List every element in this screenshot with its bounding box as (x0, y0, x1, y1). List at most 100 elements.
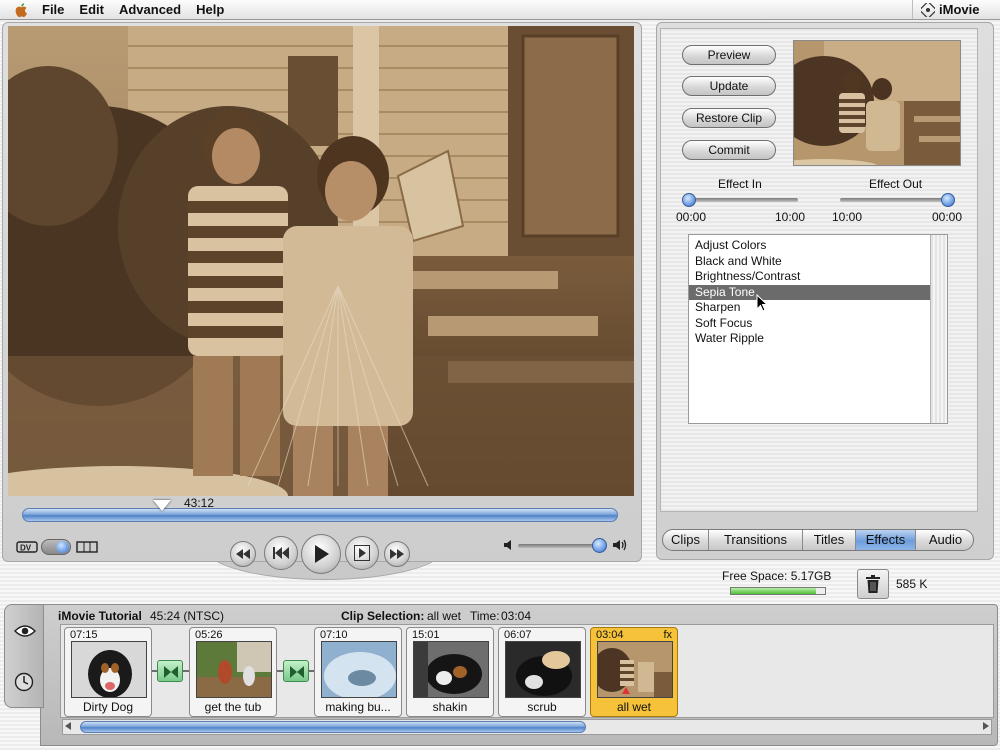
restore-clip-button[interactable]: Restore Clip (682, 108, 776, 128)
clip-making-bubbles[interactable]: 07:10 making bu... (314, 627, 402, 717)
clip-duration: 07:10 (320, 629, 348, 641)
trash-button[interactable] (857, 569, 889, 599)
clip-all-wet[interactable]: 03:04 fx all wet (590, 627, 678, 717)
apple-menu-icon[interactable] (14, 2, 30, 18)
menu-help[interactable]: Help (196, 2, 224, 17)
tab-effects[interactable]: Effects (856, 530, 916, 550)
video-monitor[interactable] (8, 26, 634, 496)
clip-duration: 05:26 (195, 629, 223, 641)
clip-selection-time: 03:04 (501, 609, 532, 623)
playhead-time: 43:12 (184, 496, 215, 510)
clip-duration: 07:15 (70, 629, 98, 641)
clip-name: all wet (616, 700, 651, 714)
menu-file[interactable]: File (42, 2, 64, 17)
fast-forward-button[interactable] (384, 541, 410, 567)
scrubber-bar[interactable] (22, 508, 618, 522)
effect-out-min-time: 10:00 (832, 210, 863, 224)
play-button[interactable] (301, 534, 341, 574)
tab-audio[interactable]: Audio (916, 530, 973, 550)
volume-slider-knob[interactable] (592, 538, 607, 553)
effect-in-max-time: 10:00 (775, 210, 806, 224)
clip-shakin[interactable]: 15:01 shakin (406, 627, 494, 717)
transition-icon (164, 666, 178, 678)
tab-transitions[interactable]: Transitions (709, 530, 803, 550)
menu-bar: File Edit Advanced Help iMovie (0, 0, 1000, 20)
menu-edit[interactable]: Edit (79, 2, 104, 17)
update-button[interactable]: Update (682, 76, 776, 96)
effect-out-slider[interactable] (840, 198, 952, 202)
timeline-clock-icon[interactable] (14, 672, 34, 692)
effect-in-min-time: 00:00 (676, 210, 707, 224)
viewer-toggle-tabs (4, 604, 44, 708)
mouse-pointer-icon (756, 294, 768, 312)
go-to-beginning-button[interactable] (264, 536, 298, 570)
camera-mode-icon: DV (16, 541, 38, 553)
app-name: iMovie (939, 2, 980, 17)
scroll-left-arrow-icon[interactable] (65, 722, 71, 730)
commit-button[interactable]: Commit (682, 140, 776, 160)
clip-thumbnail (505, 641, 581, 698)
clip-dirty-dog[interactable]: 07:15 Dirty Dog (64, 627, 152, 717)
play-icon (315, 545, 329, 563)
preview-button[interactable]: Preview (682, 45, 776, 65)
effect-out-max-time: 00:00 (932, 210, 963, 224)
effect-item-sharpen[interactable]: Sharpen (689, 300, 930, 316)
free-space-label: Free Space: 5.17GB (722, 569, 832, 583)
effect-item-adjust-colors[interactable]: Adjust Colors (689, 238, 930, 254)
transition-icon (290, 666, 304, 678)
clip-duration: 15:01 (412, 629, 440, 641)
play-fullscreen-button[interactable] (345, 536, 379, 570)
clip-effect-badge: fx (663, 629, 672, 641)
menu-advanced[interactable]: Advanced (119, 2, 181, 17)
effect-item-soft-focus[interactable]: Soft Focus (689, 316, 930, 332)
clip-duration: 03:04 (596, 629, 624, 641)
skip-back-icon (273, 547, 289, 559)
trash-size: 585 K (896, 577, 928, 591)
effect-item-black-and-white[interactable]: Black and White (689, 254, 930, 270)
trash-icon (866, 575, 880, 593)
free-space-meter (730, 587, 826, 595)
volume-low-icon (504, 540, 511, 550)
transition-marker[interactable] (157, 660, 183, 682)
clip-scrub[interactable]: 06:07 scrub (498, 627, 586, 717)
effect-in-knob[interactable] (682, 193, 696, 207)
scroll-right-arrow-icon[interactable] (983, 722, 989, 730)
clip-get-the-tub[interactable]: 05:26 get the tub (189, 627, 277, 717)
application-menu[interactable]: iMovie (912, 0, 1000, 19)
effect-item-water-ripple[interactable]: Water Ripple (689, 331, 930, 347)
shelf-tabs: Clips Transitions Titles Effects Audio (662, 529, 974, 551)
free-space-fill (731, 588, 816, 594)
imovie-app-icon (921, 2, 935, 17)
effect-in-slider[interactable] (686, 198, 798, 202)
clip-thumbnail (71, 641, 147, 698)
clip-thumbnail (597, 641, 673, 698)
effect-item-sepia-tone[interactable]: Sepia Tone (689, 284, 930, 300)
rewind-button[interactable] (230, 541, 256, 567)
transition-marker[interactable] (283, 660, 309, 682)
tab-titles[interactable]: Titles (803, 530, 856, 550)
clip-thumbnail (413, 641, 489, 698)
sepia-video-frame (8, 26, 634, 496)
effect-preview-image (793, 40, 961, 166)
fullscreen-play-icon (354, 545, 370, 561)
clip-selection-time-label: Time: (470, 609, 500, 623)
clip-name: get the tub (204, 700, 262, 714)
clip-selection-label: Clip Selection: (341, 609, 425, 623)
volume-high-icon (613, 539, 627, 551)
project-duration: 45:24 (NTSC) (150, 609, 225, 623)
playhead[interactable] (153, 500, 171, 511)
clip-viewer-eye-icon[interactable] (14, 624, 36, 638)
tab-clips[interactable]: Clips (663, 530, 709, 550)
clip-name: Dirty Dog (82, 700, 133, 714)
effect-out-label: Effect Out (869, 177, 923, 191)
effects-list[interactable]: Adjust Colors Black and White Brightness… (688, 234, 948, 424)
effect-out-knob[interactable] (941, 193, 955, 207)
clip-name: making bu... (325, 700, 391, 714)
effect-item-brightness-contrast[interactable]: Brightness/Contrast (689, 269, 930, 285)
effect-in-label: Effect In (718, 177, 762, 191)
clip-viewer-scroll-thumb[interactable] (80, 721, 586, 733)
effects-list-scrollbar[interactable] (930, 235, 947, 423)
clip-duration: 06:07 (504, 629, 532, 641)
camera-edit-toggle[interactable] (41, 539, 71, 555)
clip-name: scrub (527, 700, 557, 714)
